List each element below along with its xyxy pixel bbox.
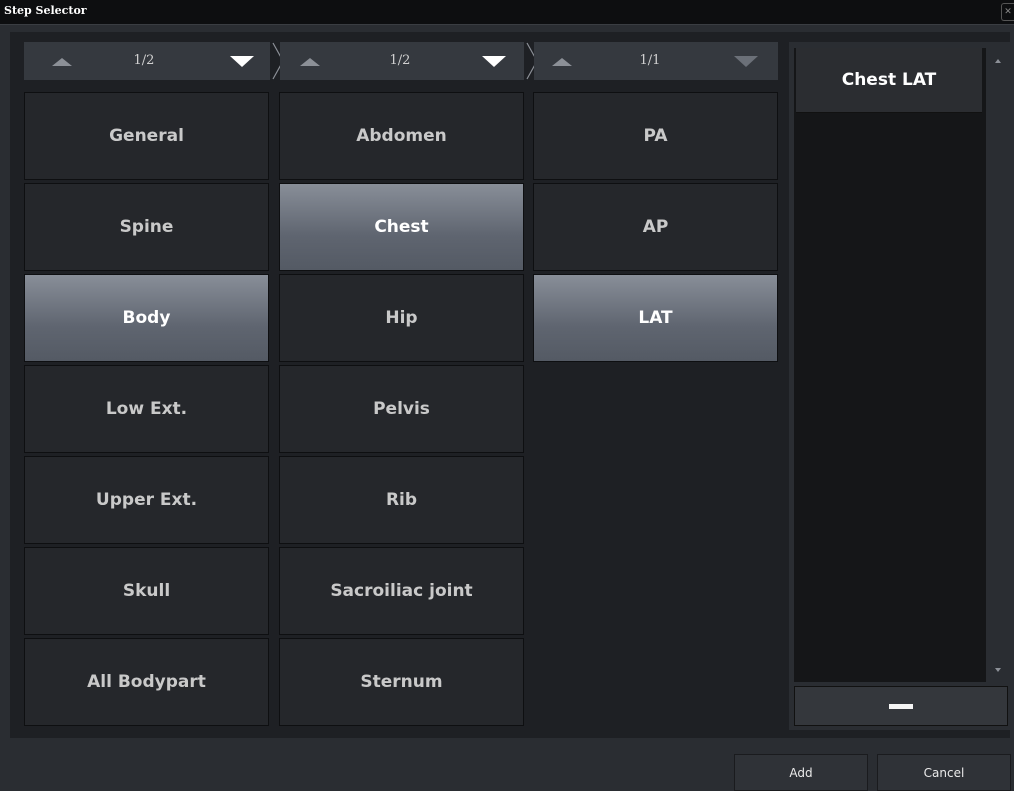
tile-rib[interactable]: Rib xyxy=(279,456,524,544)
page-down-icon[interactable] xyxy=(728,42,768,80)
scroll-down-icon[interactable] xyxy=(988,664,1008,676)
tile-pa[interactable]: PA xyxy=(533,92,778,180)
cancel-button[interactable]: Cancel xyxy=(877,754,1011,791)
minus-icon xyxy=(889,703,913,709)
tile-abdomen[interactable]: Abdomen xyxy=(279,92,524,180)
pager-region: 1/2 xyxy=(280,42,524,80)
tile-spine[interactable]: Spine xyxy=(24,183,269,271)
tile-general[interactable]: General xyxy=(24,92,269,180)
scrollbar[interactable] xyxy=(988,48,1008,682)
tile-upper-ext[interactable]: Upper Ext. xyxy=(24,456,269,544)
tile-skull[interactable]: Skull xyxy=(24,547,269,635)
pager-bodypart: 1/2 xyxy=(24,42,270,80)
tile-chest[interactable]: Chest xyxy=(279,183,524,271)
page-indicator: 1/2 xyxy=(389,53,411,68)
pager-view: 1/1 xyxy=(534,42,778,80)
tile-hip[interactable]: Hip xyxy=(279,274,524,362)
tile-lat[interactable]: LAT xyxy=(533,274,778,362)
tile-body[interactable]: Body xyxy=(24,274,269,362)
page-up-icon[interactable] xyxy=(290,42,330,80)
tile-low-ext[interactable]: Low Ext. xyxy=(24,365,269,453)
page-up-icon[interactable] xyxy=(542,42,582,80)
list-item[interactable]: Chest LAT xyxy=(796,48,982,113)
tile-pelvis[interactable]: Pelvis xyxy=(279,365,524,453)
page-down-icon[interactable] xyxy=(224,42,264,80)
tile-sternum[interactable]: Sternum xyxy=(279,638,524,726)
close-icon[interactable]: ✕ xyxy=(1001,3,1014,21)
tile-all-bodypart[interactable]: All Bodypart xyxy=(24,638,269,726)
remove-step-button[interactable] xyxy=(794,686,1008,726)
selected-steps-list: Chest LAT xyxy=(794,48,986,682)
tile-ap[interactable]: AP xyxy=(533,183,778,271)
tile-sacroiliac-joint[interactable]: Sacroiliac joint xyxy=(279,547,524,635)
add-button[interactable]: Add xyxy=(734,754,868,791)
window-title: Step Selector xyxy=(4,4,87,17)
title-bar: Step Selector ✕ xyxy=(0,0,1014,25)
page-down-icon[interactable] xyxy=(476,42,516,80)
page-up-icon[interactable] xyxy=(42,42,82,80)
scroll-up-icon[interactable] xyxy=(988,54,1008,66)
page-indicator: 1/2 xyxy=(133,53,155,68)
page-indicator: 1/1 xyxy=(639,53,661,68)
